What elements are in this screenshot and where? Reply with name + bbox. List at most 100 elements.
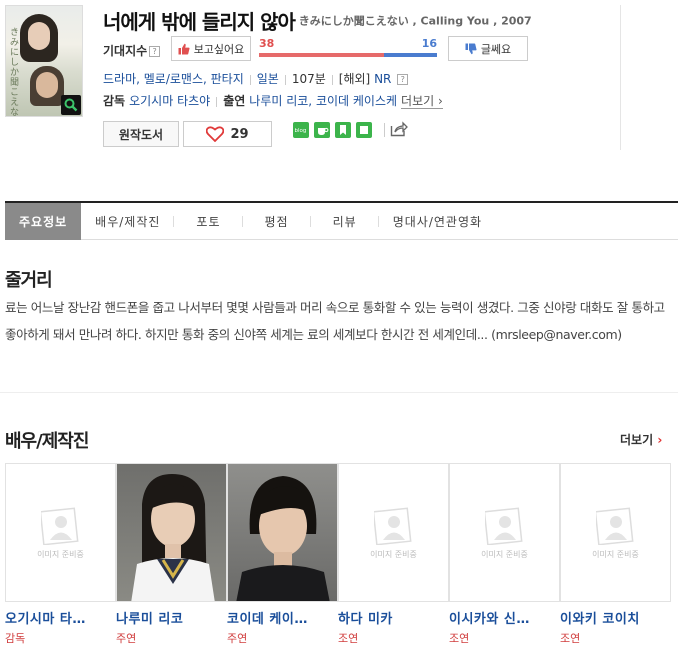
- chevron-right-icon: ›: [438, 94, 443, 108]
- runtime: 107분: [291, 72, 326, 86]
- action-row: 원작도서 29 blog: [103, 121, 523, 147]
- help-icon[interactable]: ?: [149, 46, 161, 57]
- divider: [249, 74, 251, 85]
- cast-more-link[interactable]: 더보기 ›: [620, 431, 662, 448]
- divider: [384, 123, 385, 137]
- heart-icon: [206, 126, 225, 142]
- image-placeholder-text: 이미지 준비중: [481, 550, 528, 559]
- director-link[interactable]: 오기시마 타츠야: [129, 94, 210, 108]
- cast-role: 조연: [449, 632, 470, 645]
- cast-role: 주연: [116, 632, 137, 645]
- cast-section-title: 배우/제작진: [5, 431, 89, 452]
- original-book-button[interactable]: 원작도서: [103, 121, 179, 147]
- no-label: 글쎄요: [480, 42, 512, 56]
- title-row: 너에게 밖에 들리지 않아 きみにしか聞こえない , Calling You ,…: [103, 6, 532, 35]
- expectation-row: 기대지수? 보고싶어요 38 16 글쎄요: [103, 36, 543, 62]
- cast-name[interactable]: 이시카와 신…: [449, 608, 560, 627]
- like-count: 29: [230, 126, 249, 142]
- svg-text:blog: blog: [295, 128, 307, 134]
- help-icon[interactable]: ?: [397, 74, 409, 85]
- genres-link[interactable]: 드라마, 멜로/로맨스, 판타지: [103, 72, 244, 86]
- cast-name[interactable]: 오기시마 타…: [5, 608, 116, 627]
- expect-label: 기대지수?: [103, 42, 161, 59]
- movie-meta: 드라마, 멜로/로맨스, 판타지 일본 107분 [해외] NR ?: [103, 70, 409, 87]
- cast-label: 출연: [223, 94, 246, 108]
- tab-quotes-related[interactable]: 명대사/연관영화: [379, 203, 496, 240]
- share-icon: [390, 121, 408, 137]
- poster-face-top: [28, 22, 50, 50]
- cast-photo[interactable]: [227, 463, 338, 602]
- cast-role: 주연: [227, 632, 248, 645]
- cast-card[interactable]: 이미지 준비중하다 미카조연: [338, 463, 449, 646]
- image-placeholder-icon: [374, 507, 412, 545]
- poster-vertical-title: きみにしか聞こえない: [10, 28, 20, 117]
- no-count: 16: [421, 37, 437, 50]
- cast-role: 조연: [560, 632, 581, 645]
- blog-share-icon[interactable]: blog: [293, 122, 309, 138]
- rating-link[interactable]: NR: [374, 72, 391, 86]
- tab-review[interactable]: 리뷰: [311, 203, 379, 240]
- image-placeholder-text: 이미지 준비중: [370, 550, 417, 559]
- director-label: 감독: [103, 94, 126, 108]
- credits-row: 감독 오기시마 타츠야 출연 나루미 리코, 코이데 케이스케 더보기 ›: [103, 92, 443, 109]
- credits-more-link[interactable]: 더보기 ›: [401, 94, 443, 109]
- image-placeholder-icon: [41, 507, 79, 545]
- memo-share-icon[interactable]: [356, 122, 372, 138]
- cast-name[interactable]: 코이데 케이…: [227, 608, 338, 627]
- like-button[interactable]: 29: [183, 121, 272, 147]
- thumbs-up-icon: [178, 43, 190, 54]
- actor-portrait: [236, 476, 330, 601]
- cast-photo[interactable]: [116, 463, 227, 602]
- zoom-poster-button[interactable]: [61, 95, 81, 115]
- synopsis-text: 료는 어느날 장난감 핸드폰을 줍고 나서부터 몇몇 사람들과 머리 속으로 통…: [5, 300, 665, 342]
- image-placeholder-icon: [485, 507, 523, 545]
- image-placeholder-icon: [596, 507, 634, 545]
- cast-role: 감독: [5, 632, 26, 645]
- cast-role: 조연: [338, 632, 359, 645]
- country-link[interactable]: 일본: [257, 72, 279, 86]
- tab-cast-crew[interactable]: 배우/제작진: [81, 203, 175, 240]
- cast-photo[interactable]: 이미지 준비중: [560, 463, 671, 602]
- vote-bar-want-fill: [259, 53, 384, 57]
- synopsis-title: 줄거리: [5, 270, 53, 291]
- cast-name[interactable]: 나루미 리코: [116, 608, 227, 627]
- cast-link[interactable]: 나루미 리코, 코이데 케이스케: [249, 94, 397, 108]
- bookmark-share-icon[interactable]: [335, 122, 351, 138]
- cast-name[interactable]: 이와키 코이치: [560, 608, 671, 627]
- cast-photo[interactable]: 이미지 준비중: [449, 463, 560, 602]
- expect-vote-bar: 38 16: [259, 36, 437, 62]
- tab-rating[interactable]: 평점: [243, 203, 311, 240]
- section-divider: [0, 392, 678, 393]
- cast-card[interactable]: 이미지 준비중오기시마 타… 감독: [5, 463, 116, 646]
- poster-face-bottom: [36, 72, 58, 98]
- cast-card[interactable]: 이미지 준비중이와키 코이치조연: [560, 463, 671, 646]
- want-count: 38: [259, 37, 275, 50]
- actor-portrait: [131, 474, 215, 601]
- image-placeholder-text: 이미지 준비중: [37, 550, 84, 559]
- release-tag: [해외]: [338, 72, 371, 86]
- want-to-see-button[interactable]: 보고싶어요: [171, 36, 251, 61]
- detail-tabs: 주요정보 배우/제작진 포토 평점 리뷰 명대사/연관영화: [5, 201, 678, 240]
- magnifier-icon: [64, 98, 78, 112]
- header-right-divider: [620, 5, 621, 150]
- vote-bar-track: [259, 53, 437, 57]
- cast-photo[interactable]: 이미지 준비중: [338, 463, 449, 602]
- cast-card[interactable]: 이미지 준비중이시카와 신… 조연: [449, 463, 560, 646]
- divider: [331, 74, 333, 85]
- tab-photo[interactable]: 포토: [174, 203, 243, 240]
- cast-card[interactable]: 코이데 케이… 주연: [227, 463, 338, 646]
- not-sure-button[interactable]: 글쎄요: [448, 36, 528, 61]
- cast-photo[interactable]: 이미지 준비중: [5, 463, 116, 602]
- cast-card[interactable]: 나루미 리코주연: [116, 463, 227, 646]
- image-placeholder-text: 이미지 준비중: [592, 550, 639, 559]
- divider: [216, 96, 218, 107]
- cast-name[interactable]: 하다 미카: [338, 608, 449, 627]
- cafe-share-icon[interactable]: [314, 122, 330, 138]
- share-button[interactable]: [390, 121, 408, 140]
- movie-poster[interactable]: きみにしか聞こえない: [5, 5, 83, 117]
- divider: [284, 74, 286, 85]
- movie-title: 너에게 밖에 들리지 않아: [103, 10, 296, 34]
- chevron-right-icon: ›: [657, 433, 663, 447]
- movie-original-title: きみにしか聞こえない , Calling You , 2007: [298, 14, 532, 28]
- tab-main-info[interactable]: 주요정보: [5, 203, 82, 240]
